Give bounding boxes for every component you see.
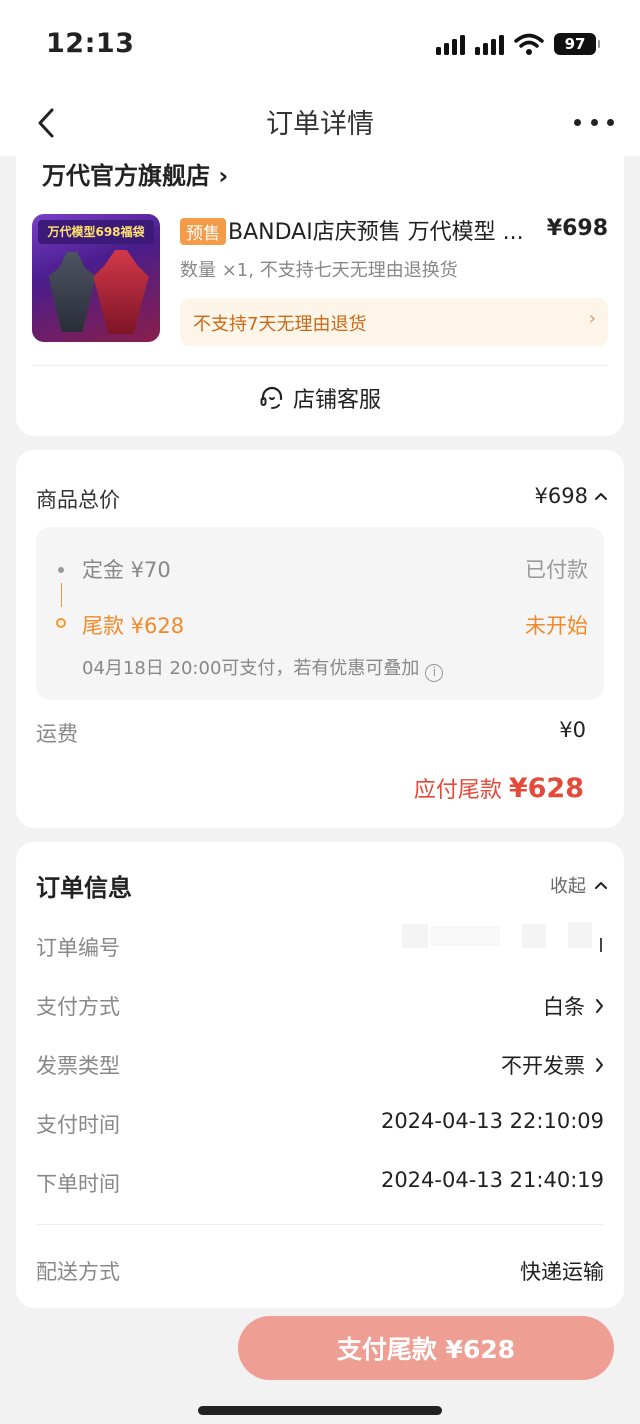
invoice-type-row[interactable]: 不开发票 (501, 1050, 604, 1080)
product-image-banner: 万代模型698福袋 (38, 220, 154, 244)
deposit-label: 定金 ¥70 (82, 558, 171, 582)
product-price: ¥698 (546, 216, 608, 241)
deposit-dot (58, 567, 64, 573)
order-number-label: 订单编号 (36, 936, 120, 960)
page-title: 订单详情 (266, 109, 374, 140)
order-info-card: 订单信息 收起 订单编号 支付方式 白条 发票类型 不开发票 支付时间 2024… (16, 842, 624, 1308)
order-time-value: 2024-04-13 21:40:19 (380, 1168, 604, 1192)
info-icon[interactable]: i (425, 664, 444, 682)
delivery-method-value: 快递运输 (520, 1260, 604, 1284)
divider (36, 1224, 604, 1225)
collapse-label: 收起 (550, 876, 586, 897)
deposit-status: 已付款 (525, 558, 588, 582)
status-icons: 97 (436, 33, 600, 55)
status-time: 12:13 (46, 28, 135, 59)
robot-figure-red (93, 250, 149, 334)
shipping-label: 运费 (36, 722, 78, 746)
balance-label: 尾款 ¥628 (82, 614, 185, 638)
pay-balance-button[interactable]: 支付尾款 ¥628 (238, 1316, 614, 1380)
payment-stages-box: 定金 ¥70 已付款 尾款 ¥628 未开始 04月18日 20:00可支付，若… (36, 527, 604, 700)
product-card: 万代官方旗舰店 › 万代模型698福袋 预售 BANDAI店庆预售 万代模型 .… (16, 140, 624, 436)
amount-due-value: ¥628 (508, 773, 584, 804)
timeline-line (61, 583, 62, 607)
payment-method-label: 支付方式 (36, 995, 120, 1019)
shop-service-label: 店铺客服 (292, 388, 381, 413)
signal-icon (436, 33, 465, 55)
balance-dot (56, 618, 66, 628)
chevron-up-icon (595, 493, 607, 500)
product-image[interactable]: 万代模型698福袋 (32, 214, 160, 342)
refund-policy-text: 不支持7天无理由退货 (193, 314, 367, 335)
invoice-type-value: 不开发票 (501, 1054, 585, 1078)
more-button[interactable] (574, 110, 614, 134)
total-price-toggle[interactable]: ¥698 (535, 484, 608, 508)
product-quantity-note: 数量 ×1, 不支持七天无理由退换货 (180, 260, 458, 281)
status-bar: 12:13 97 (0, 0, 640, 90)
home-indicator[interactable] (198, 1406, 442, 1415)
balance-status: 未开始 (525, 614, 588, 638)
presale-badge: 预售 (180, 218, 226, 245)
shop-name-link[interactable]: 万代官方旗舰店 › (42, 156, 228, 191)
total-price-value: ¥698 (534, 484, 588, 508)
amount-due: 应付尾款 ¥628 (414, 772, 584, 804)
divider (32, 365, 608, 366)
amount-due-label: 应付尾款 (413, 778, 502, 803)
more-dots-icon (574, 118, 581, 126)
order-info-title: 订单信息 (36, 874, 132, 902)
chevron-right-icon (596, 999, 603, 1013)
chevron-right-icon: › (588, 308, 596, 329)
collapse-button[interactable]: 收起 (550, 872, 608, 898)
robot-figure-grey (48, 252, 96, 332)
payment-time-value: 2024-04-13 22:10:09 (380, 1109, 604, 1133)
price-card: 商品总价 ¥698 定金 ¥70 已付款 尾款 ¥628 未开始 04月18日 … (16, 450, 624, 828)
product-title[interactable]: BANDAI店庆预售 万代模型 ... (228, 214, 540, 246)
battery-icon: 97 (554, 33, 600, 55)
delivery-method-label: 配送方式 (36, 1260, 120, 1284)
payment-method-row[interactable]: 白条 (543, 991, 604, 1021)
wifi-icon (514, 33, 544, 55)
headset-icon (260, 386, 283, 409)
signal-icon (475, 33, 504, 55)
chevron-right-icon (596, 1058, 603, 1072)
refund-policy-bar[interactable]: 不支持7天无理由退货 › (180, 298, 608, 346)
balance-note-text: 04月18日 20:00可支付，若有优惠可叠加 (82, 658, 420, 679)
invoice-type-label: 发票类型 (36, 1054, 120, 1078)
total-price-label: 商品总价 (36, 488, 120, 512)
chevron-up-icon (595, 882, 607, 889)
shipping-value: ¥0 (559, 718, 586, 742)
order-time-label: 下单时间 (36, 1172, 120, 1196)
payment-time-label: 支付时间 (36, 1113, 120, 1137)
shop-service-button[interactable]: 店铺客服 (16, 380, 624, 416)
balance-note: 04月18日 20:00可支付，若有优惠可叠加 i (82, 654, 444, 682)
payment-method-value: 白条 (543, 995, 585, 1019)
